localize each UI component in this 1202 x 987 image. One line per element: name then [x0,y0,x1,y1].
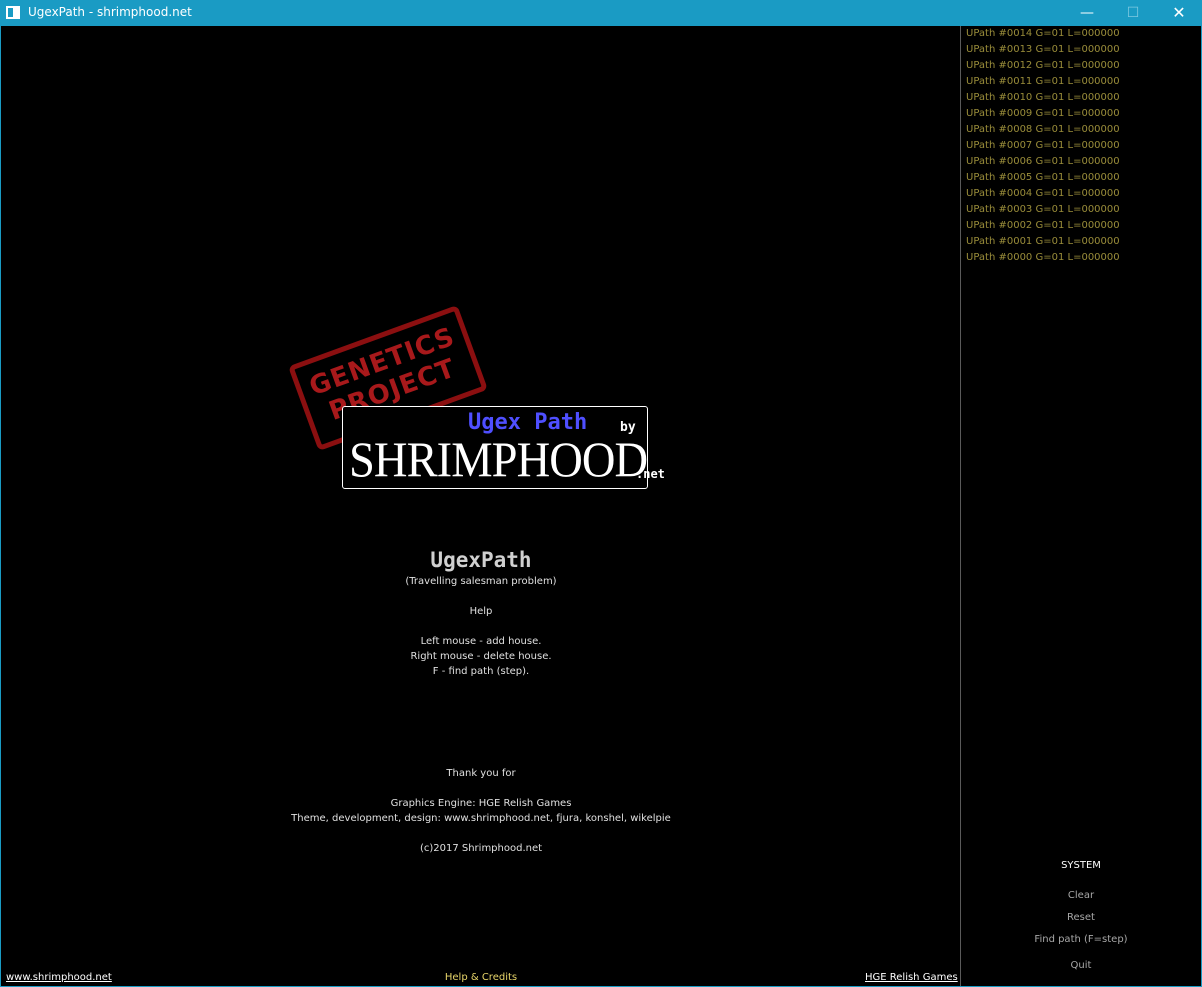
list-item: UPath #0008 G=01 L=000000 [966,124,1120,135]
credit-engine: Graphics Engine: HGE Relish Games [390,798,572,809]
help-credits-button[interactable]: Help & Credits [0,972,962,983]
brand-net: .net [636,467,665,481]
list-item: UPath #0011 G=01 L=000000 [966,76,1120,87]
app-title: UgexPath [430,548,532,572]
window-titlebar[interactable]: UgexPath - shrimphood.net — ☐ ✕ [0,0,1202,26]
clear-button[interactable]: Clear [961,890,1201,901]
quit-button[interactable]: Quit [961,960,1201,971]
help-line-1: Left mouse - add house. [420,636,542,647]
list-item: UPath #0014 G=01 L=000000 [966,28,1120,39]
list-item: UPath #0013 G=01 L=000000 [966,44,1120,55]
app-icon [6,6,20,19]
list-item: UPath #0012 G=01 L=000000 [966,60,1120,71]
panel-divider [960,26,961,986]
list-item: UPath #0007 G=01 L=000000 [966,140,1120,151]
thanks-text: Thank you for [446,768,516,779]
help-title: Help [469,606,493,617]
copyright-text: (c)2017 Shrimphood.net [419,843,543,854]
list-item: UPath #0002 G=01 L=000000 [966,220,1120,231]
reset-button[interactable]: Reset [961,912,1201,923]
system-title: SYSTEM [1061,860,1101,871]
find-path-button[interactable]: Find path (F=step) [961,934,1201,945]
hge-relish-link[interactable]: HGE Relish Games [865,972,958,983]
list-item: UPath #0000 G=01 L=000000 [966,252,1120,263]
list-item: UPath #0003 G=01 L=000000 [966,204,1120,215]
maximize-button[interactable]: ☐ [1110,0,1156,26]
brand-wordmark: SHRIMPHOOD [349,431,648,487]
window-title: UgexPath - shrimphood.net [28,5,192,19]
minimize-button[interactable]: — [1064,0,1110,26]
list-item: UPath #0001 G=01 L=000000 [966,236,1120,247]
close-button[interactable]: ✕ [1156,0,1202,26]
credit-theme: Theme, development, design: www.shrimpho… [291,813,671,824]
help-line-3: F - find path (step). [432,666,530,677]
list-item: UPath #0010 G=01 L=000000 [966,92,1120,103]
list-item: UPath #0006 G=01 L=000000 [966,156,1120,167]
list-item: UPath #0005 G=01 L=000000 [966,172,1120,183]
app-subtitle: (Travelling salesman problem) [405,576,557,587]
list-item: UPath #0004 G=01 L=000000 [966,188,1120,199]
upath-list: UPath #0014 G=01 L=000000 UPath #0013 G=… [966,26,1120,266]
list-item: UPath #0009 G=01 L=000000 [966,108,1120,119]
help-line-2: Right mouse - delete house. [410,651,552,662]
